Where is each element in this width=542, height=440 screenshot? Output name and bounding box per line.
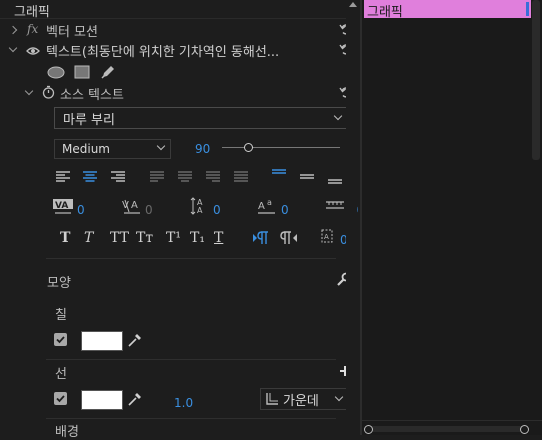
svg-text:A: A [324, 233, 329, 241]
tracking-icon: VA [122, 199, 140, 214]
expand-vector-motion-chevron-icon[interactable] [8, 25, 18, 35]
eye-icon[interactable] [26, 46, 40, 56]
right-to-left-text-icon[interactable] [280, 230, 298, 246]
stroke-color-swatch[interactable] [81, 390, 123, 410]
svg-text:A: A [131, 200, 138, 211]
fill-color-swatch[interactable] [81, 331, 123, 351]
stroke-position-icon [266, 393, 278, 405]
all-caps-button[interactable]: TT [110, 230, 129, 246]
stroke-position-chevron-down-icon [334, 392, 344, 402]
font-style-chevron-down-icon [156, 141, 166, 151]
tracking-value[interactable]: 0 [145, 203, 153, 217]
justify-all-icon[interactable] [233, 170, 249, 184]
leading-icon: AA [190, 197, 203, 215]
kerning-icon: VA [53, 199, 73, 214]
graphic-clip[interactable]: 그래픽 [364, 0, 531, 20]
font-family-dropdown[interactable]: 마루 부리 [54, 107, 348, 129]
leading-value[interactable]: 0 [213, 203, 221, 217]
source-text-label: 소스 텍스트 [60, 88, 124, 103]
fill-label: 칠 [55, 308, 67, 323]
kerning-value[interactable]: 0 [77, 203, 85, 217]
fill-eyedropper-icon[interactable] [127, 333, 142, 348]
pen-mask-icon[interactable] [100, 64, 116, 80]
font-family-value: 마루 부리 [63, 113, 115, 128]
mini-timeline: 그래픽 [362, 0, 542, 435]
collapse-source-text-chevron-icon[interactable] [24, 86, 34, 96]
align-center-icon[interactable] [82, 170, 98, 184]
header-divider [0, 18, 346, 19]
stroke-eyedropper-icon[interactable] [127, 392, 142, 407]
align-left-icon[interactable] [55, 170, 71, 184]
vector-motion-label[interactable]: 벡터 모션 [46, 21, 98, 40]
svg-text:VA: VA [55, 201, 68, 211]
zoom-scrollbar[interactable] [366, 426, 526, 432]
text-layer-label[interactable]: 텍스트(최동단에 위치한 기차역인 동해선... [46, 41, 279, 60]
stroke-checkbox[interactable] [54, 392, 67, 405]
font-style-value: Medium [62, 142, 110, 156]
font-style-dropdown[interactable]: Medium [54, 139, 171, 159]
rectangle-mask-icon[interactable] [74, 65, 90, 79]
vertical-align-center-icon[interactable] [299, 172, 315, 186]
stroke-label: 선 [55, 367, 67, 382]
timeline-scrollbar-vertical[interactable] [532, 0, 540, 160]
faux-italic-button[interactable]: T [84, 230, 93, 246]
justify-last-right-icon[interactable] [205, 170, 221, 184]
justify-last-center-icon[interactable] [177, 170, 193, 184]
small-caps-button[interactable]: Tт [136, 230, 153, 246]
justify-last-left-icon[interactable] [149, 170, 165, 184]
graphic-clip-label: 그래픽 [367, 5, 403, 20]
background-divider [46, 418, 336, 419]
fx-icon[interactable]: fx [27, 22, 38, 36]
vertical-align-top-icon[interactable] [271, 168, 287, 182]
collapse-text-layer-chevron-icon[interactable] [8, 43, 18, 53]
clip-end-handle[interactable] [526, 2, 529, 16]
left-to-right-text-icon[interactable] [252, 230, 270, 246]
stopwatch-icon[interactable] [42, 85, 55, 99]
font-family-chevron-down-icon [333, 111, 343, 121]
svg-text:A: A [258, 201, 265, 212]
effect-controls-scrollbar[interactable] [346, 0, 357, 435]
stroke-position-value: 가운데 [283, 394, 319, 409]
stroke-width-value[interactable]: 1.0 [174, 396, 193, 410]
svg-text:A: A [197, 206, 203, 215]
scroll-up-arrow-icon[interactable] [349, 2, 357, 7]
font-size-slider-track[interactable] [222, 147, 340, 148]
fill-checkbox[interactable] [54, 333, 67, 346]
zoom-handle-right[interactable] [520, 425, 529, 434]
baseline-shift-icon: Aa [258, 198, 275, 214]
svg-text:a: a [267, 198, 272, 207]
align-right-icon[interactable] [110, 170, 126, 184]
zoom-handle-left[interactable] [364, 425, 373, 434]
ellipse-mask-icon[interactable] [47, 66, 65, 79]
tsume-icon [326, 201, 344, 209]
subscript-button[interactable]: T₁ [190, 230, 205, 246]
font-size-slider-handle[interactable] [244, 143, 253, 152]
stroke-divider [46, 359, 336, 360]
faux-bold-button[interactable]: T [60, 230, 70, 246]
superscript-button[interactable]: T¹ [166, 230, 181, 246]
effect-controls-panel: 그래픽 fx 벡터 모션 텍스트(최동단에 위치한 기차역인 동해선... 소스… [0, 0, 358, 440]
stroke-position-dropdown[interactable]: 가운데 [260, 388, 350, 410]
underline-button[interactable]: T [214, 230, 223, 246]
vertical-align-bottom-icon[interactable] [327, 174, 343, 188]
tab-width-icon: A [321, 229, 333, 243]
appearance-divider-top [46, 258, 336, 259]
baseline-shift-value[interactable]: 0 [281, 203, 289, 217]
timeline-bottom-border [362, 420, 542, 421]
font-size-value[interactable]: 90 [195, 142, 210, 156]
appearance-title: 모양 [47, 276, 71, 291]
background-label: 배경 [55, 425, 79, 440]
